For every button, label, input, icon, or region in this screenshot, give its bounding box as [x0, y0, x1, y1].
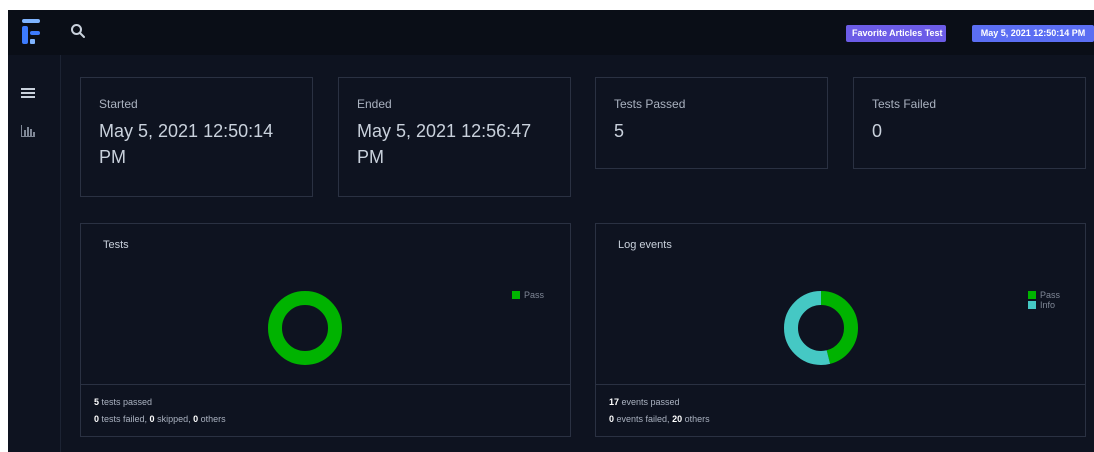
tests-failed-card: Tests Failed 0: [853, 77, 1086, 169]
tests-failed-label: Tests Failed: [872, 97, 937, 111]
ended-label: Ended: [357, 97, 392, 111]
run-date-badge: May 5, 2021 12:50:14 PM: [972, 25, 1094, 42]
tests-passed-text: tests passed: [99, 397, 153, 407]
tests-passed-summary: 5 tests passed: [94, 397, 152, 407]
legend-swatch-pass: [1028, 291, 1036, 299]
started-label: Started: [99, 97, 138, 111]
events-passed-summary: 17 events passed: [609, 397, 680, 407]
events-failed-text: events failed,: [614, 414, 673, 424]
legend-swatch-pass: [512, 291, 520, 299]
ended-value: May 5, 2021 12:56:47 PM: [357, 121, 532, 167]
tests-skipped-text: skipped,: [154, 414, 194, 424]
list-icon[interactable]: [21, 87, 35, 101]
tests-chart-panel: Tests Pass 5 tests passed 0 tests failed…: [80, 223, 571, 437]
tests-donut-chart: [268, 291, 342, 365]
started-card: Started May 5, 2021 12:50:14 PM: [80, 77, 313, 197]
legend-label-pass: Pass: [524, 290, 545, 300]
tests-passed-label: Tests Passed: [614, 97, 686, 111]
app-window: Favorite Articles Test May 5, 2021 12:50…: [8, 10, 1094, 452]
legend-label-info: Info: [1040, 300, 1056, 310]
log-events-panel-footer: 17 events passed 0 events failed, 20 oth…: [596, 384, 1085, 437]
legend-swatch-info: [1028, 301, 1036, 309]
events-passed-text: events passed: [619, 397, 680, 407]
tests-other-summary: 0 tests failed, 0 skipped, 0 others: [94, 414, 226, 424]
log-events-legend: Pass Info: [1028, 290, 1060, 310]
events-other-summary: 0 events failed, 20 others: [609, 414, 710, 424]
legend-item-pass[interactable]: Pass: [512, 290, 544, 300]
events-passed-count: 17: [609, 397, 620, 407]
tests-failed-value: 0: [872, 121, 883, 141]
log-events-chart-panel: Log events Pass Info 17 events passed 0 …: [595, 223, 1086, 437]
legend-item-pass[interactable]: Pass: [1028, 290, 1060, 300]
ended-card: Ended May 5, 2021 12:56:47 PM: [338, 77, 571, 197]
events-others-text: others: [682, 414, 710, 424]
top-navbar: Favorite Articles Test May 5, 2021 12:50…: [8, 10, 1094, 55]
suite-name-badge: Favorite Articles Test: [846, 25, 946, 42]
log-events-donut-chart: [784, 291, 858, 365]
tests-legend: Pass: [512, 290, 544, 300]
events-others-count: 20: [672, 414, 683, 424]
sidebar: [8, 55, 61, 452]
log-events-chart-title: Log events: [618, 239, 672, 251]
tests-passed-card: Tests Passed 5: [595, 77, 828, 169]
tests-others-text: others: [198, 414, 226, 424]
tests-failed-text: tests failed,: [99, 414, 150, 424]
search-icon[interactable]: [70, 23, 86, 39]
tests-passed-value: 5: [614, 121, 625, 141]
started-value: May 5, 2021 12:50:14 PM: [99, 121, 274, 167]
donut-slice-pass[interactable]: [268, 291, 342, 365]
logo-icon[interactable]: [20, 18, 42, 46]
legend-label-pass: Pass: [1040, 290, 1061, 300]
bar-chart-icon[interactable]: [21, 124, 35, 138]
tests-chart-title: Tests: [103, 239, 129, 251]
tests-panel-footer: 5 tests passed 0 tests failed, 0 skipped…: [81, 384, 570, 437]
legend-item-info[interactable]: Info: [1028, 300, 1060, 310]
